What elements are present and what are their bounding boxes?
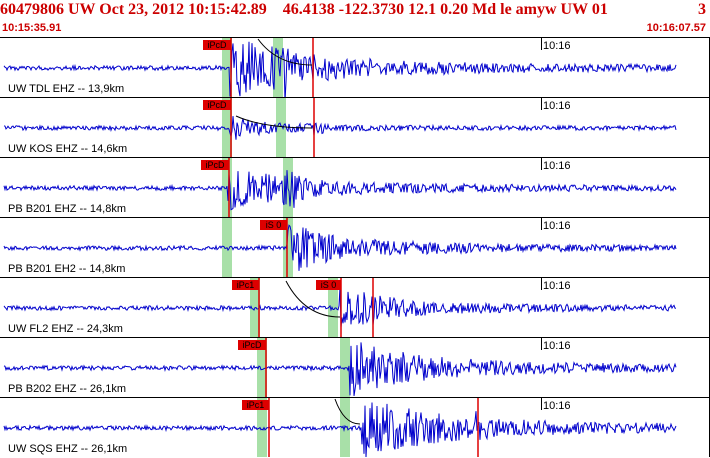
station-label: UW FL2 EHZ -- 24,3km [8,323,123,335]
time-tick-mark [541,218,542,230]
trace-panel[interactable]: iPcD 10:16 PB B201 EHZ -- 14,8km [0,157,710,217]
pick-flag[interactable]: iPcD [203,40,231,50]
time-tick-mark [541,338,542,350]
time-tick-label: 10:16 [543,160,571,172]
pick-flag[interactable]: iPcD [201,160,229,170]
trace-panel[interactable]: iPcD 10:16 UW TDL EHZ -- 13,9km [0,37,710,97]
pick-window [276,98,286,157]
station-label: UW SQS EHZ -- 26,1km [8,443,128,455]
time-tick-label: 10:16 [543,280,571,292]
time-tick-mark [541,278,542,290]
window-start-time: 10:15:35.91 [2,22,62,34]
time-tick-mark [541,38,542,50]
event-page-number: 3 [698,1,706,18]
time-tick-label: 10:16 [543,40,571,52]
station-label: PB B201 EHZ -- 14,8km [8,203,126,215]
pick-flag[interactable]: iPc1 [242,400,269,410]
pick-flag[interactable]: iPcD [238,340,266,350]
time-tick-mark [541,98,542,110]
station-label: PB B202 EHZ -- 26,1km [8,383,126,395]
time-tick-label: 10:16 [543,100,571,112]
pick-flag[interactable]: iS 0 [260,220,287,230]
time-tick-label: 10:16 [543,400,571,412]
trace-panel[interactable]: iS 0 10:16 PB B201 EH2 -- 14,8km [0,217,710,277]
waveform-trace [3,116,677,140]
time-tick-label: 10:16 [543,220,571,232]
time-tick-mark [541,158,542,170]
time-tick-label: 10:16 [543,340,571,352]
pick-flag[interactable]: iS 0 [316,280,341,290]
trace-panel[interactable]: iPcD 10:16 UW KOS EHZ -- 14,6km [0,97,710,157]
time-tick-mark [541,398,542,410]
station-label: UW KOS EHZ -- 14,6km [8,143,128,155]
station-label: PB B201 EH2 -- 14,8km [8,263,126,275]
trace-panel[interactable]: iPc1 iS 0 10:16 UW FL2 EHZ -- 24,3km [0,277,710,337]
event-title: 60479806 UW Oct 23, 2012 10:15:42.89 46.… [0,1,608,18]
pick-flag[interactable]: iPcD [203,100,231,110]
window-end-time: 10:16:07.57 [646,22,706,34]
waveform-trace [3,286,677,328]
station-label: UW TDL EHZ -- 13,9km [8,83,125,95]
pick-flag[interactable]: iPc1 [232,280,259,290]
event-header: 60479806 UW Oct 23, 2012 10:15:42.89 46.… [0,0,710,36]
trace-panel[interactable]: iPcD 10:16 PB B202 EHZ -- 26,1km [0,337,710,397]
trace-panel[interactable]: iPc1 10:16 UW SQS EHZ -- 26,1km [0,397,710,457]
